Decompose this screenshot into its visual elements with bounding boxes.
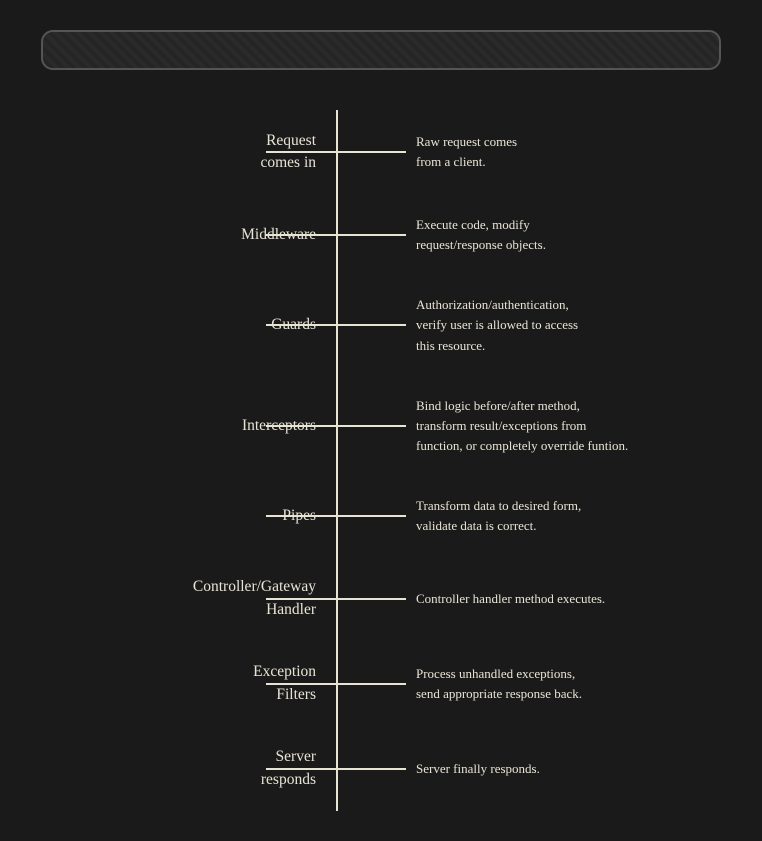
lifecycle-row-server: Server respondsServer finally responds. <box>41 726 721 811</box>
desc-middleware: Execute code, modify request/response ob… <box>356 215 721 255</box>
lifecycle-row-middleware: MiddlewareExecute code, modify request/r… <box>41 195 721 275</box>
connector-interceptors <box>326 411 356 441</box>
connector-request <box>326 137 356 167</box>
connector-guards <box>326 310 356 340</box>
desc-pipes: Transform data to desired form, validate… <box>356 496 721 536</box>
connector-middleware <box>326 220 356 250</box>
lifecycle-row-guards: GuardsAuthorization/authentication, veri… <box>41 275 721 375</box>
desc-interceptors: Bind logic before/after method, transfor… <box>356 396 721 456</box>
desc-exception: Process unhandled exceptions, send appro… <box>356 664 721 704</box>
lifecycle-row-pipes: PipesTransform data to desired form, val… <box>41 476 721 556</box>
lifecycle-row-interceptors: InterceptorsBind logic before/after meth… <box>41 376 721 476</box>
connector-exception <box>326 669 356 699</box>
desc-guards: Authorization/authentication, verify use… <box>356 295 721 355</box>
lifecycle-row-exception: Exception FiltersProcess unhandled excep… <box>41 641 721 726</box>
connector-server <box>326 754 356 784</box>
connector-controller <box>326 584 356 614</box>
desc-request: Raw request comes from a client. <box>356 132 721 172</box>
connector-pipes <box>326 501 356 531</box>
title-box <box>41 30 721 70</box>
lifecycle-row-request: Request comes inRaw request comes from a… <box>41 110 721 195</box>
lifecycle-diagram: Request comes inRaw request comes from a… <box>41 110 721 811</box>
lifecycle-row-controller: Controller/Gateway HandlerController han… <box>41 556 721 641</box>
desc-controller: Controller handler method executes. <box>356 589 721 609</box>
desc-server: Server finally responds. <box>356 759 721 779</box>
